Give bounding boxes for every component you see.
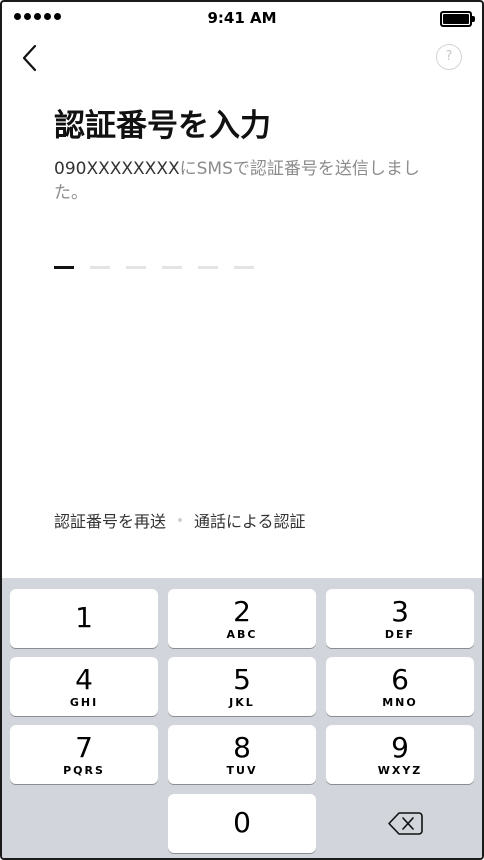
key-letters: JKL [229, 696, 255, 709]
key-letters: MNO [382, 696, 418, 709]
status-bar: 9:41 AM [2, 2, 482, 32]
key-6[interactable]: 6 MNO [326, 657, 474, 716]
back-button[interactable] [16, 42, 46, 74]
resend-code-link[interactable]: 認証番号を再送 [54, 508, 166, 532]
key-8[interactable]: 8 TUV [168, 725, 316, 784]
battery-icon [440, 11, 475, 27]
key-digit: 7 [75, 731, 93, 764]
key-letters: TUV [226, 764, 258, 777]
key-7[interactable]: 7 PQRS [10, 725, 158, 784]
status-time: 9:41 AM [207, 9, 277, 27]
sms-message: 090XXXXXXXXにSMSで認証番号を送信しました。 [54, 157, 444, 205]
separator-dot [178, 518, 183, 522]
backspace-icon [388, 812, 423, 835]
key-9[interactable]: 9 WXYZ [326, 725, 474, 784]
code-slot [54, 266, 74, 269]
key-letters: PQRS [63, 764, 105, 777]
key-1[interactable]: 1 [10, 589, 158, 648]
code-slot [90, 266, 110, 269]
key-letters: GHI [69, 696, 99, 709]
delete-key[interactable] [326, 794, 474, 853]
key-3[interactable]: 3 DEF [326, 589, 474, 648]
code-slot [234, 266, 254, 269]
verification-links: 認証番号を再送 通話による認証 [54, 508, 306, 532]
key-digit: 3 [391, 595, 409, 628]
key-letters: DEF [384, 628, 416, 641]
key-digit: 6 [391, 663, 409, 696]
code-slot [162, 266, 182, 269]
page-title: 認証番号を入力 [54, 108, 271, 144]
key-digit: 5 [233, 663, 251, 696]
help-button[interactable]: ? [436, 44, 462, 70]
numeric-keypad: 1 2 ABC 3 DEF 4 GHI 5 JKL 6 MNO 7 PQRS 8… [2, 578, 482, 858]
key-digit: 2 [233, 595, 251, 628]
key-5[interactable]: 5 JKL [168, 657, 316, 716]
call-verification-link[interactable]: 通話による認証 [194, 508, 306, 532]
phone-number: 090XXXXXXXX [54, 159, 180, 179]
key-digit: 9 [391, 731, 409, 764]
key-digit: 1 [75, 601, 93, 634]
phone-screen: 9:41 AM ? 認証番号を入力 090XXXXXXXXにSMSで認証番号を送… [0, 0, 484, 860]
key-2[interactable]: 2 ABC [168, 589, 316, 648]
code-slot [126, 266, 146, 269]
key-digit: 4 [75, 663, 93, 696]
chevron-left-icon [22, 44, 37, 72]
code-input[interactable] [54, 266, 254, 269]
code-slot [198, 266, 218, 269]
key-letters: WXYZ [377, 764, 423, 777]
key-letters: ABC [226, 628, 258, 641]
key-digit: 8 [233, 731, 251, 764]
key-4[interactable]: 4 GHI [10, 657, 158, 716]
key-digit: 0 [233, 806, 251, 839]
key-0[interactable]: 0 [168, 794, 316, 853]
